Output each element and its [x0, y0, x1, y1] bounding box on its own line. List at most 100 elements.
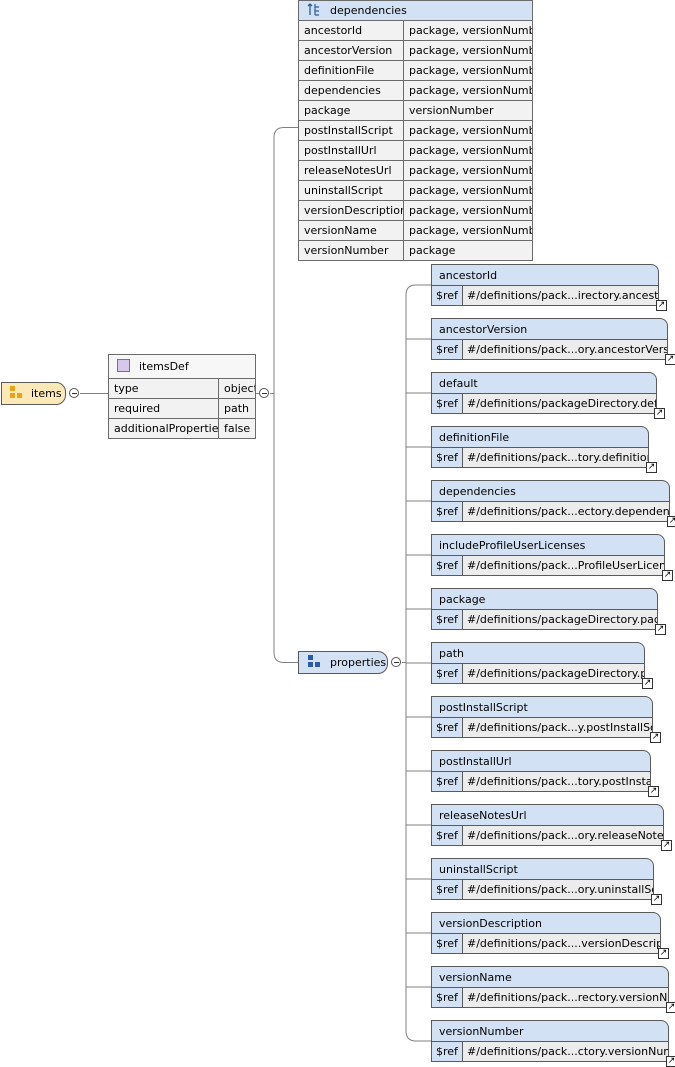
property-name: ancestorId — [432, 265, 658, 286]
dependency-key: dependencies — [304, 84, 381, 97]
collapse-toggle-properties[interactable] — [391, 657, 401, 667]
dependency-key: definitionFile — [304, 64, 375, 77]
collapse-toggle-itemsdef[interactable] — [259, 388, 269, 398]
property-ref-row: $ref #/definitions/pack...irectory.ancest… — [432, 286, 658, 305]
ref-value: #/definitions/pack...tory.definitionFile — [463, 448, 648, 467]
property-name: definitionFile — [432, 427, 648, 448]
property-package[interactable]: package $ref #/definitions/packageDirector… — [431, 588, 666, 635]
dependency-value: package, versionNumber — [403, 81, 532, 100]
property-versionName[interactable]: versionName $ref #/definitions/pack...rect… — [431, 966, 675, 1013]
property-ref-row: $ref #/definitions/pack...ectory.dependen… — [432, 502, 669, 521]
property-name: ancestorVersion — [432, 319, 667, 340]
property-name: versionDescription — [432, 913, 660, 934]
property-postInstallScript[interactable]: postInstallScript $ref #/definitions/pack.… — [431, 696, 661, 743]
property-versionNumber[interactable]: versionNumber $ref #/definitions/pack...ct… — [431, 1020, 675, 1067]
external-link-arrow-icon[interactable]: ↗ — [658, 948, 669, 959]
property-name: postInstallScript — [432, 697, 652, 718]
ref-key: $ref — [432, 880, 463, 899]
dependency-key: versionDescription — [304, 204, 403, 217]
property-releaseNotesUrl[interactable]: releaseNotesUrl $ref #/definitions/pack...… — [431, 804, 672, 851]
itemsdef-key: type — [114, 382, 139, 395]
property-name: dependencies — [432, 481, 669, 502]
dependency-row: definitionFile package, versionNumber — [299, 61, 532, 81]
element-group-icon — [10, 385, 23, 402]
external-link-arrow-icon[interactable]: ↗ — [661, 840, 672, 851]
external-link-arrow-icon[interactable]: ↗ — [642, 678, 653, 689]
property-uninstallScript[interactable]: uninstallScript $ref #/definitions/pack...… — [431, 858, 662, 905]
dependency-value: package, versionNumber — [403, 221, 532, 240]
ref-key: $ref — [432, 610, 463, 629]
ref-key: $ref — [432, 286, 463, 305]
property-ref-row: $ref #/definitions/pack...ctory.versionNu… — [432, 1042, 668, 1061]
property-ancestorVersion[interactable]: ancestorVersion $ref #/definitions/pack...… — [431, 318, 675, 365]
property-connector — [405, 284, 431, 296]
property-definitionFile[interactable]: definitionFile $ref #/definitions/pack...t… — [431, 426, 657, 473]
ref-key: $ref — [432, 718, 463, 737]
external-link-arrow-icon[interactable]: ↗ — [666, 1002, 675, 1013]
dependency-value: package, versionNumber — [403, 201, 532, 220]
external-link-arrow-icon[interactable]: ↗ — [646, 462, 657, 473]
itemsdef-value: object — [218, 379, 255, 398]
external-link-arrow-icon[interactable]: ↗ — [667, 516, 675, 527]
external-link-arrow-icon[interactable]: ↗ — [654, 408, 665, 419]
items-element[interactable]: items — [1, 382, 66, 405]
ref-key: $ref — [432, 772, 463, 791]
property-name: path — [432, 643, 644, 664]
external-link-arrow-icon[interactable]: ↗ — [648, 786, 659, 797]
dependency-tree-icon — [307, 2, 321, 19]
dependency-row: postInstallScript package, versionNumber — [299, 121, 532, 141]
property-name: versionNumber — [432, 1021, 668, 1042]
ref-key: $ref — [432, 934, 463, 953]
itemsdef-key: additionalProperties — [114, 422, 218, 435]
properties-element[interactable]: properties — [298, 651, 388, 674]
itemsdef-box[interactable]: itemsDef type object required path addit… — [108, 354, 256, 439]
dependency-row: versionNumber package — [299, 241, 532, 260]
property-ref-row: $ref#/definitions/packageDirectory.defau… — [432, 394, 656, 413]
external-link-arrow-icon[interactable]: ↗ — [656, 300, 667, 311]
ref-key: $ref — [432, 988, 463, 1007]
property-ref-row: $ref #/definitions/pack...ory.ancestorVer… — [432, 340, 667, 359]
ref-key: $ref — [432, 664, 463, 683]
property-name: versionName — [432, 967, 668, 988]
dependency-row: ancestorVersion package, versionNumber — [299, 41, 532, 61]
property-ref-row: $ref #/definitions/pack...rectory.version… — [432, 988, 668, 1007]
dependency-key: versionName — [304, 224, 377, 237]
property-ref-row: $ref #/definitions/pack...ory.releaseNote… — [432, 826, 663, 845]
dependency-key: versionNumber — [304, 244, 389, 257]
external-link-arrow-icon[interactable]: ↗ — [662, 570, 673, 581]
property-name: includeProfileUserLicenses — [432, 535, 664, 556]
property-postInstallUrl[interactable]: postInstallUrl $ref #/definitions/pack...t… — [431, 750, 659, 797]
property-default[interactable]: default $ref #/definitions/packageDirector… — [431, 372, 665, 419]
ref-key: $ref — [432, 340, 463, 359]
external-link-arrow-icon[interactable]: ↗ — [655, 624, 666, 635]
itemsdef-key: required — [114, 402, 161, 415]
collapse-toggle-items[interactable] — [69, 388, 79, 398]
itemsdef-value: false — [218, 419, 255, 438]
dependency-row: uninstallScript package, versionNumber — [299, 181, 532, 201]
dependency-key: package — [304, 104, 351, 117]
external-link-arrow-icon[interactable]: ↗ — [651, 894, 662, 905]
property-path[interactable]: path $ref #/definitions/packageDirectory.p… — [431, 642, 653, 689]
ref-value: #/definitions/pack...ectory.dependencies — [463, 502, 669, 521]
external-link-arrow-icon[interactable]: ↗ — [666, 1056, 675, 1067]
ref-value: #/definitions/packageDirectory.path — [463, 664, 644, 683]
property-includeProfileUserLicenses[interactable]: includeProfileUserLicenses $ref #/definiti… — [431, 534, 673, 581]
property-ancestorId[interactable]: ancestorId $ref #/definitions/pack...irect… — [431, 264, 667, 311]
external-link-arrow-icon[interactable]: ↗ — [650, 732, 661, 743]
dependency-value: package, versionNumber — [403, 41, 532, 60]
external-link-arrow-icon[interactable]: ↗ — [665, 354, 675, 365]
dependency-row: versionDescriptionpackage, versionNumber — [299, 201, 532, 221]
dependency-value: versionNumber — [403, 101, 532, 120]
ref-value: #/definitions/pack...ProfileUserLicenses — [463, 556, 664, 575]
property-versionDescription[interactable]: versionDescription $ref #/definitions/pack… — [431, 912, 669, 959]
ref-value: #/definitions/pack...y.postInstallScript — [463, 718, 652, 737]
ref-key: $ref — [432, 556, 463, 575]
property-name: uninstallScript — [432, 859, 653, 880]
property-dependencies[interactable]: dependencies $ref #/definitions/pack...ect… — [431, 480, 675, 527]
property-name: package — [432, 589, 657, 610]
itemsdef-title: itemsDef — [139, 360, 189, 373]
dependency-key: postInstallUrl — [304, 144, 377, 157]
dependencies-box[interactable]: dependencies ancestorId package, versionN… — [298, 0, 533, 261]
ref-value: #/definitions/pack...tory.postInstallUrl — [463, 772, 650, 791]
itemsdef-value: path — [218, 399, 255, 418]
